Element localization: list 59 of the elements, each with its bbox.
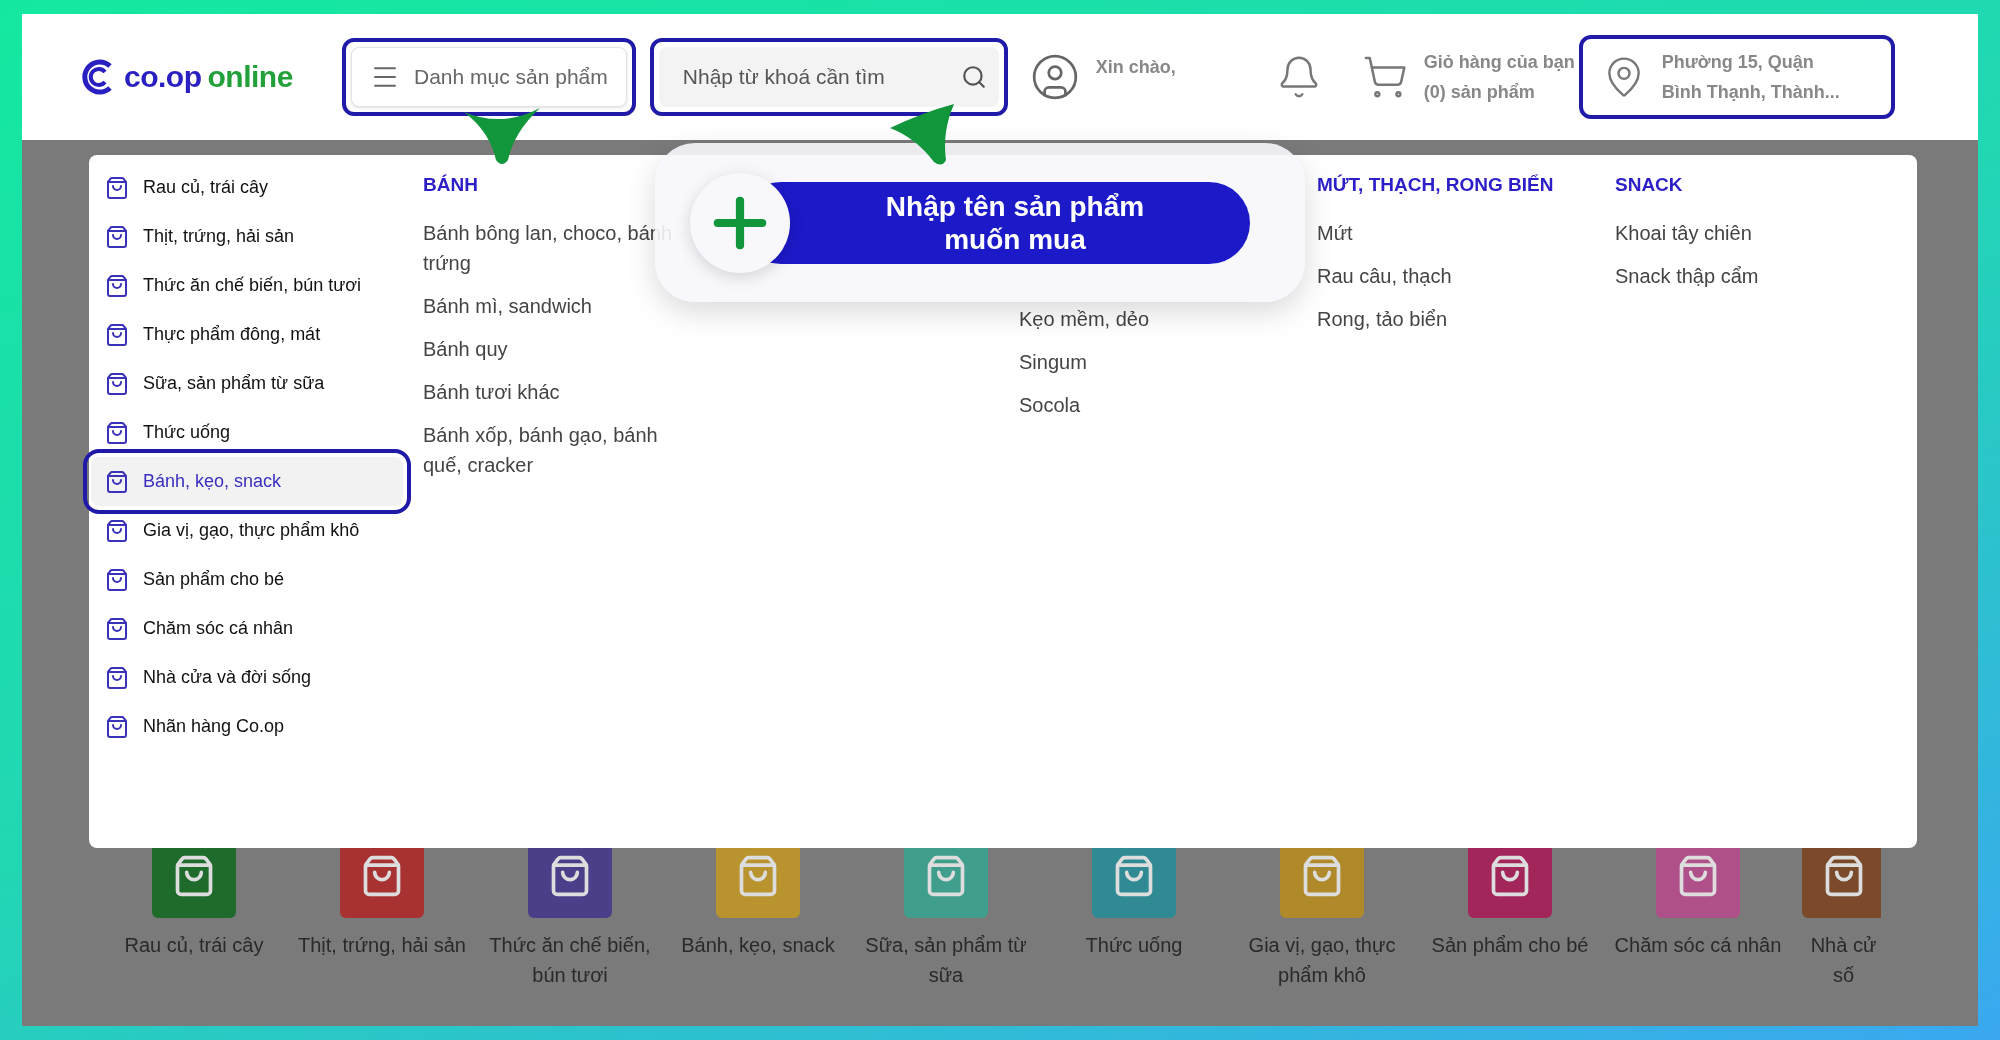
subcategory-link[interactable]: Rau câu, thạch (1317, 261, 1452, 291)
tile-label: Bánh, kẹo, snack (681, 933, 835, 958)
tile-label: Thịt, trứng, hải sản (298, 933, 466, 958)
bag-icon (105, 665, 129, 690)
location-text: Bình Thạnh, Thành... (1661, 81, 1840, 104)
bag-icon (105, 567, 129, 592)
bag-icon (105, 273, 129, 298)
cart-title: Giỏ hàng của bạn (1423, 51, 1575, 74)
category-item[interactable]: Chăm sóc cá nhân (91, 604, 403, 653)
search-input[interactable]: Nhập từ khoá cần tìm (680, 64, 961, 90)
tile-label: Thức ăn chế biến, bún tươi (489, 933, 651, 988)
bag-icon (105, 420, 129, 445)
subcategory-link[interactable]: Bánh xốp, bánh gạo, bánh quế, cracker (423, 420, 673, 480)
search-field[interactable]: Nhập từ khoá cần tìm (658, 47, 999, 107)
bag-icon (105, 371, 129, 396)
bag-icon (105, 322, 129, 347)
bag-icon (105, 224, 129, 249)
category-item[interactable]: Thức ăn chế biến, bún tươi (91, 261, 403, 310)
search-icon[interactable] (960, 64, 987, 90)
subcategory-link[interactable]: Snack thập cẩm (1615, 261, 1759, 291)
tile-label: Sản phẩm cho bé (1431, 933, 1589, 958)
subcategory-link[interactable]: Bánh mì, sandwich (423, 291, 592, 321)
bag-icon (105, 518, 129, 543)
category-item[interactable]: Gia vị, gạo, thực phẩm khô (91, 506, 403, 555)
category-item[interactable]: Thịt, trứng, hải sản (91, 212, 403, 261)
subcategory-link[interactable]: Socola (1019, 390, 1081, 420)
subcategory-link[interactable]: Singum (1019, 347, 1087, 377)
subcategory-heading: SNACK (1615, 174, 1684, 197)
category-item[interactable]: Sữa, sản phẩm từ sữa (91, 359, 403, 408)
category-menu-button[interactable]: Danh mục sản phẩm (351, 47, 627, 107)
cart-count: (0) sản phẩm (1423, 81, 1536, 104)
subcategory-link[interactable]: Bánh quy (423, 334, 508, 364)
category-item[interactable]: Nhãn hàng Co.op (91, 702, 403, 751)
category-item[interactable]: Thực phẩm đông, mát (91, 310, 403, 359)
tile-label: Nhà cử số (1810, 933, 1877, 988)
category-item[interactable]: Sản phẩm cho bé (91, 555, 403, 604)
subcategory-link[interactable]: Khoai tây chiên (1615, 218, 1752, 248)
greeting-text: Xin chào, (1095, 56, 1176, 79)
logo-text: co.op (124, 60, 202, 94)
subcategory-link[interactable]: Mứt (1317, 218, 1353, 248)
bag-icon (105, 714, 129, 739)
subcategory-link[interactable]: Bánh tươi khác (423, 377, 560, 407)
subcategory-link[interactable]: Kẹo mềm, dẻo (1019, 304, 1150, 334)
tile-label: Sữa, sản phẩm từ sữa (865, 933, 1027, 988)
category-item[interactable]: Rau củ, trái cây (91, 163, 403, 212)
category-item[interactable]: Thức uống (91, 408, 403, 457)
subcategory-heading: MỨT, THẠCH, RONG BIỂN (1317, 174, 1555, 197)
tile-label: Gia vị, gạo, thực phẩm khô (1248, 933, 1396, 988)
bag-icon (105, 175, 129, 200)
bag-icon (105, 616, 129, 641)
location-text: Phường 15, Quận (1661, 51, 1815, 74)
subcategory-link[interactable]: Rong, tảo biển (1317, 304, 1448, 334)
bag-icon (105, 469, 129, 494)
tile-label: Chăm sóc cá nhân (1614, 933, 1782, 958)
category-item[interactable]: Nhà cửa và đời sống (91, 653, 403, 702)
tile-label: Rau củ, trái cây (124, 933, 264, 958)
tile-label: Thức uống (1085, 933, 1183, 958)
logo-text: online (207, 60, 293, 94)
subcategory-heading: BÁNH (423, 174, 479, 197)
